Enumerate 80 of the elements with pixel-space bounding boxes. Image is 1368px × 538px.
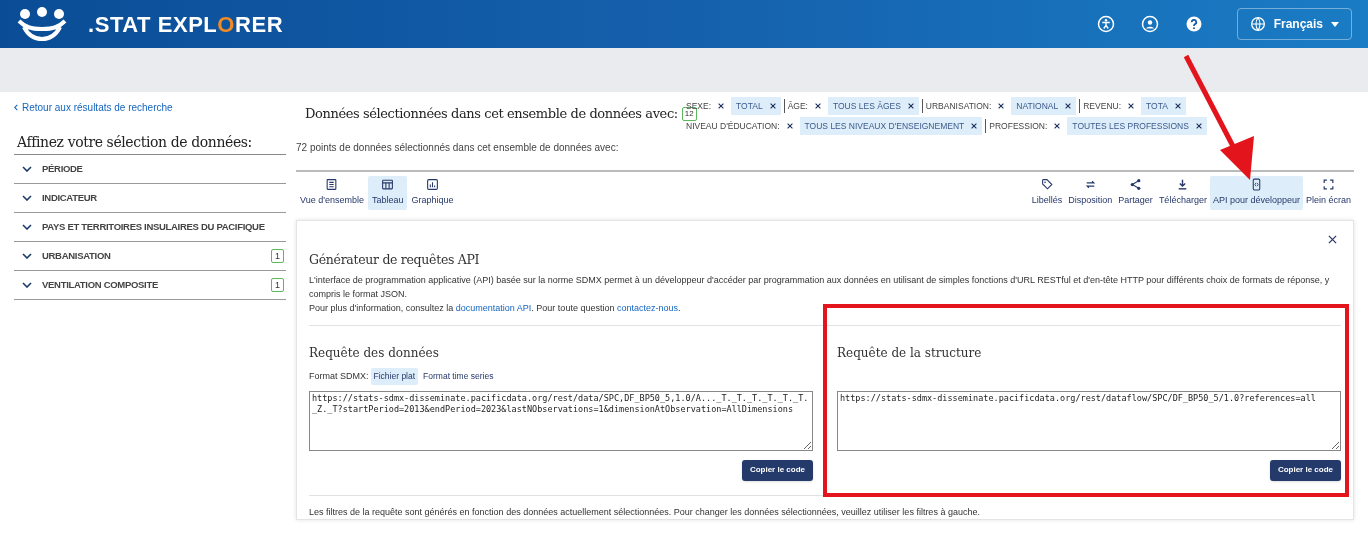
- footer-note: Les filtres de la requête sont générés en fonction des données actuellement sélectionnées. Pour changer les données sélectionnées, veuillez utiliser les filtres à gauche.: [309, 505, 981, 519]
- contact-link[interactable]: contactez-nous: [616, 302, 678, 313]
- toolbar-button[interactable]: Partager: [1115, 176, 1156, 210]
- url-field[interactable]: https://stats-sdmx-disseminate.pacificdata.org/rest/data/SPC,DF_BP50_5,1.0/A..._T._T._T._T._T._T._Z._T?startPeriod=2013&endPeriod=2023&lastNObservations=1&dimensionAtObservation=AllDimensions: [309, 390, 813, 451]
- swap-icon: [1083, 178, 1097, 191]
- selection-title: Données sélectionnées dans cet ensemble de données avec:: [305, 105, 678, 123]
- site-logo-text: .STAT EXPLORER: [88, 10, 284, 39]
- list-icon: [325, 178, 339, 191]
- format-tab[interactable]: Fichier plat: [370, 367, 419, 385]
- copy-button[interactable]: Copier le code: [741, 459, 813, 481]
- section-title: Requête des données: [309, 344, 440, 362]
- close-icon[interactable]: [971, 123, 978, 129]
- url-field[interactable]: https://stats-sdmx-disseminate.pacificdata.org/rest/dataflow/SPC/DF_BP50_5/1.0?references=all: [837, 390, 1341, 451]
- filter-label: ÂGE:: [787, 99, 808, 113]
- toolbar-button[interactable]: Télécharger: [1155, 176, 1210, 210]
- close-icon[interactable]: [1195, 123, 1202, 129]
- help-icon[interactable]: [1184, 15, 1203, 33]
- panel-title: Générateur de requêtes API: [309, 251, 481, 269]
- chevron-icon: [22, 166, 32, 172]
- toolbar-button[interactable]: Vue d'ensemble: [296, 176, 368, 210]
- copy-button[interactable]: Copier le code: [1269, 459, 1341, 481]
- chevron-icon: [22, 195, 32, 201]
- filter-item[interactable]: URBANISATION 1: [14, 242, 286, 271]
- close-icon[interactable]: [1128, 103, 1135, 109]
- toolbar-button[interactable]: Plein écran: [1302, 176, 1354, 210]
- section-title: Requête de la structure: [837, 344, 983, 362]
- globe-icon: [1249, 16, 1266, 32]
- filter-chip[interactable]: TOTAL: [731, 97, 781, 115]
- filter-label: PROFESSION:: [989, 119, 1048, 133]
- table-icon: [381, 178, 395, 191]
- toolbar-button[interactable]: API pour développeur: [1209, 176, 1303, 210]
- chevron-icon: [22, 224, 32, 230]
- filter-chip[interactable]: TOUS LES ÂGES: [827, 97, 919, 115]
- filter-item[interactable]: VENTILATION COMPOSITE 1: [14, 271, 286, 300]
- description-text: L'interface de programmation applicative (API) basée sur la norme SDMX permet à un développeur d'accéder par programmation aux données en utilisant de simples fonctions d'URL RESTful et d'en-tête HTTP pour différents choix de formats de réponse, y compris le format JSON.: [309, 273, 1331, 301]
- filter-chip[interactable]: TOTA: [1141, 97, 1186, 115]
- caret-icon: [1331, 21, 1339, 27]
- filter-item[interactable]: INDICATEUR: [14, 184, 286, 213]
- close-icon[interactable]: [907, 103, 914, 109]
- filter-item[interactable]: PAYS ET TERRITOIRES INSULAIRES DU PACIFIQUE: [14, 213, 286, 242]
- close-icon[interactable]: [1174, 103, 1181, 109]
- filter-item[interactable]: PÉRIODE: [14, 155, 286, 184]
- filter-chip[interactable]: TOUS LES NIVEAUX D'ENSEIGNEMENT: [799, 117, 983, 135]
- format-label: Format SDMX:: [309, 369, 369, 383]
- filter-label: SEXE:: [686, 99, 712, 111]
- back-link[interactable]: Retour aux résultats de recherche: [14, 100, 286, 115]
- accessibility-icon[interactable]: [1096, 15, 1115, 33]
- toolbar-button[interactable]: Disposition: [1065, 176, 1116, 210]
- sidebar-title: Affinez votre sélection de données:: [14, 132, 286, 155]
- count-badge: 1: [271, 278, 284, 292]
- tag-icon: [1040, 178, 1054, 191]
- format-tab[interactable]: Format time series: [420, 367, 497, 385]
- toolbar-button[interactable]: Libellés: [1028, 176, 1066, 210]
- chevron-icon: [22, 253, 32, 259]
- language-dropdown[interactable]: Français: [1236, 8, 1352, 40]
- close-icon[interactable]: [998, 103, 1005, 109]
- fullscreen-icon: [1322, 178, 1335, 191]
- filter-label: URBANISATION:: [925, 99, 992, 113]
- close-icon[interactable]: [718, 103, 725, 109]
- filter-label: NIVEAU D'ÉDUCATION:: [686, 119, 780, 133]
- count-badge: 1: [271, 249, 284, 263]
- toolbar-button[interactable]: Graphique: [407, 176, 458, 210]
- chevron-icon: [22, 282, 32, 288]
- info-text: Pour plus d'information, consultez la documentation API. Pour toute question contactez-nous.: [309, 301, 682, 315]
- close-icon[interactable]: [1328, 235, 1337, 244]
- data-points-text: 72 points de données sélectionnés dans cet ensemble de données avec:: [296, 140, 620, 155]
- close-icon[interactable]: [1054, 123, 1061, 129]
- toolbar-button[interactable]: Tableau: [367, 176, 408, 210]
- close-icon[interactable]: [786, 123, 793, 129]
- close-icon[interactable]: [769, 103, 776, 109]
- chevron-left-icon: [14, 104, 18, 111]
- filter-chip[interactable]: TOUTES LES PROFESSIONS: [1067, 117, 1207, 135]
- logo-icon: [16, 7, 68, 41]
- chart-icon: [426, 178, 439, 191]
- filter-label: REVENU:: [1083, 99, 1122, 113]
- close-icon[interactable]: [1065, 103, 1072, 109]
- close-icon[interactable]: [814, 103, 821, 109]
- user-icon[interactable]: [1140, 15, 1159, 33]
- filter-chip[interactable]: NATIONAL: [1011, 97, 1077, 115]
- share-icon: [1129, 178, 1143, 191]
